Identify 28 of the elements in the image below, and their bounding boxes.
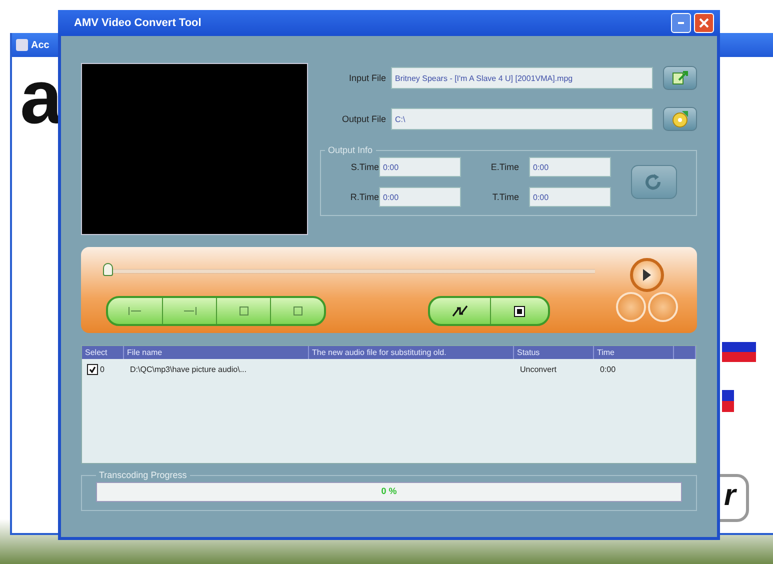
column-header[interactable]: Select (82, 346, 124, 359)
file-path-field[interactable]: C:\ (391, 108, 653, 130)
file-path-field[interactable]: Britney Spears - [I'm A Slave 4 U] [2001VMA].mpg (391, 67, 653, 89)
column-header[interactable]: File name (124, 346, 309, 359)
time-field[interactable]: 0:00 (529, 187, 611, 207)
table-cell-text: D:\QC\mp3\have picture audio\... (129, 364, 248, 374)
window-title: AMV Video Convert Tool (74, 17, 202, 29)
button-letter: r (724, 480, 736, 512)
column-header[interactable]: The new audio file for substituting old. (309, 346, 514, 359)
column-header[interactable]: Status (514, 346, 594, 359)
column-header[interactable]: Time (594, 346, 674, 359)
time-field[interactable]: 0:00 (379, 187, 461, 207)
logo-letter: a (20, 66, 62, 130)
table-cell-text: 0:00 (599, 364, 617, 374)
table-cell-text: Unconvert (519, 364, 558, 374)
time-field[interactable]: 0:00 (529, 157, 611, 177)
field-label: T.Time (491, 192, 520, 202)
field-label: E.Time (490, 162, 520, 172)
group-title: Transcoding Progress (98, 470, 188, 480)
group-title: Output Info (327, 145, 374, 155)
field-label: S.Time (350, 162, 380, 172)
window-title: Acc (31, 40, 50, 50)
progress-text: 0 % (381, 486, 397, 496)
field-label: Input File (348, 73, 387, 83)
field-label: Output File (340, 114, 387, 124)
row-index: 0 (100, 364, 104, 374)
field-label: R.Time (349, 192, 380, 202)
time-field[interactable]: 0:00 (379, 157, 461, 177)
